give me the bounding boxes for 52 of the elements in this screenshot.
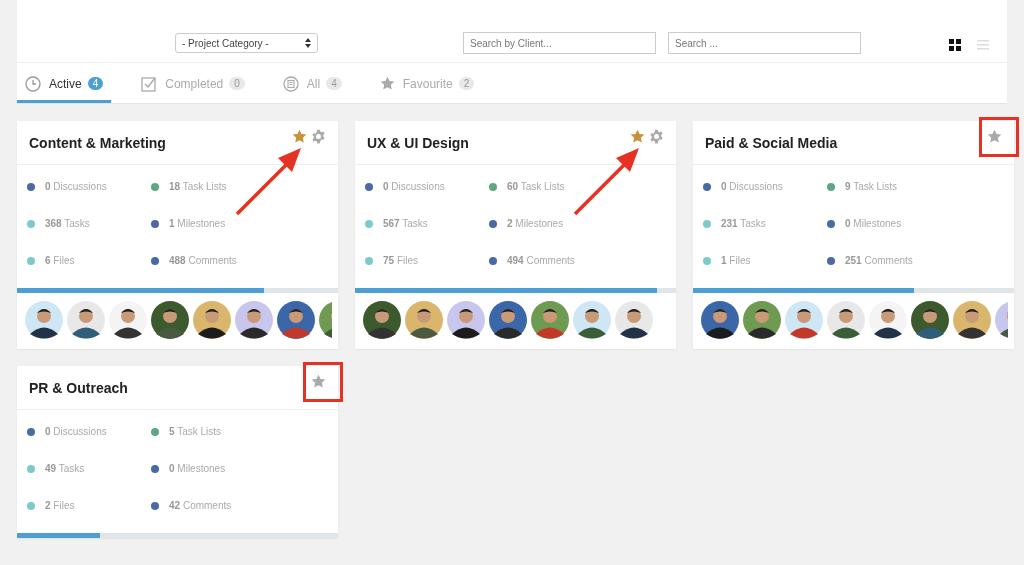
client-search-field[interactable]: Search by Client...: [463, 32, 656, 54]
stat-text: 0 Discussions: [45, 181, 107, 192]
search-field[interactable]: Search ...: [668, 32, 861, 54]
tab[interactable]: All 4: [274, 67, 350, 103]
grid-view-icon[interactable]: [949, 39, 961, 51]
star-icon[interactable]: [630, 129, 645, 144]
star-icon[interactable]: [311, 374, 326, 389]
stat-text: 60 Task Lists: [507, 181, 565, 192]
star-icon: [379, 76, 395, 91]
stat-text: 494 Comments: [507, 255, 575, 266]
star-icon[interactable]: [292, 129, 307, 144]
stat-text: 5 Task Lists: [169, 426, 222, 437]
stat-text: 368 Tasks: [45, 218, 90, 229]
stat-text: 9 Task Lists: [845, 181, 898, 192]
settings-icon[interactable]: [649, 129, 664, 144]
project-title: PR & Outreach: [29, 379, 128, 396]
stat-text: 1 Milestones: [169, 218, 226, 229]
stat-text: 567 Tasks: [383, 218, 428, 229]
tab[interactable]: Active 4: [17, 67, 112, 103]
stat-text: 49 Tasks: [45, 463, 85, 474]
project-title: Paid & Social Media: [705, 134, 838, 151]
stat-text: 0 Discussions: [383, 181, 445, 192]
stat-text: 231 Tasks: [721, 218, 766, 229]
stat-text: 1 Files: [721, 255, 751, 266]
building-icon: [282, 75, 299, 92]
star-icon[interactable]: [987, 129, 1002, 144]
category-dropdown[interactable]: - Project Category -: [175, 33, 318, 53]
tab[interactable]: Favourite 2: [371, 67, 483, 103]
project-title: UX & UI Design: [367, 134, 469, 151]
clock-icon: [25, 75, 41, 92]
stat-text: 488 Comments: [169, 255, 237, 266]
settings-icon[interactable]: [311, 129, 326, 144]
checkbox-icon: [141, 75, 158, 92]
stat-text: 75 Files: [383, 255, 419, 266]
count-badge: 0: [229, 77, 245, 90]
stat-text: 251 Comments: [845, 255, 913, 266]
stat-text: 0 Milestones: [845, 218, 902, 229]
stat-text: 0 Milestones: [169, 463, 226, 474]
stat-text: 6 Files: [45, 255, 75, 266]
tab[interactable]: Completed 0: [133, 67, 253, 103]
stat-text: 18 Task Lists: [169, 181, 227, 192]
updown-icon: [305, 38, 311, 48]
stat-text: 2 Files: [45, 500, 75, 511]
stat-text: 0 Discussions: [721, 181, 783, 192]
count-badge: 4: [87, 77, 104, 90]
count-badge: 2: [458, 77, 475, 90]
stat-text: 2 Milestones: [507, 218, 564, 229]
list-view-icon[interactable]: [977, 40, 989, 50]
stat-text: 42 Comments: [169, 500, 232, 511]
project-title: Content & Marketing: [29, 134, 166, 151]
stat-text: 0 Discussions: [45, 426, 107, 437]
count-badge: 4: [326, 77, 342, 90]
